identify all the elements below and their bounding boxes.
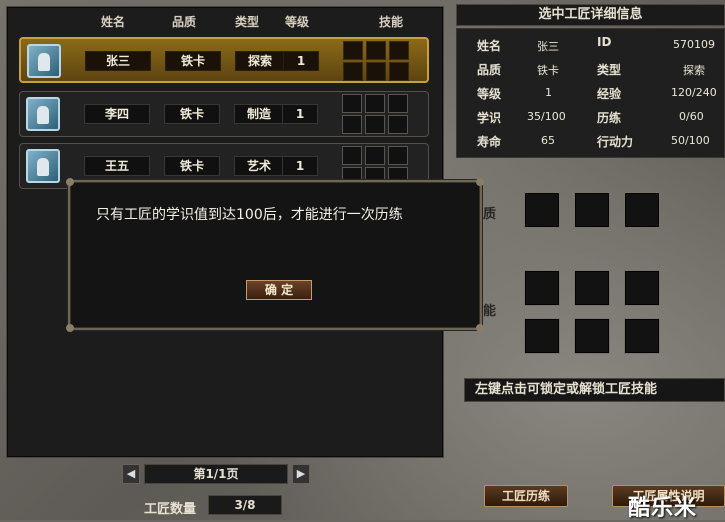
dialog-message: 只有工匠的学识值到达100后，才能进行一次历练: [96, 207, 403, 223]
skill-slot[interactable]: [388, 115, 408, 134]
skill-slots: [343, 41, 411, 81]
skill-slot[interactable]: [388, 146, 408, 165]
skill-slot[interactable]: [366, 62, 386, 81]
detail-title: 选中工匠详细信息: [456, 4, 725, 26]
craftsman-count-label: 工匠数量: [144, 502, 197, 517]
skill-slot[interactable]: [365, 146, 385, 165]
skill-slot[interactable]: [342, 115, 362, 134]
detail-exp-label: 经验: [597, 87, 622, 101]
skill-slot-large[interactable]: [624, 318, 660, 354]
skill-slot[interactable]: [365, 115, 385, 134]
watermark-logo: 酷乐米: [628, 496, 698, 521]
detail-type-label: 类型: [597, 63, 622, 77]
craftsman-level: 1: [282, 156, 318, 176]
skill-slot[interactable]: [343, 62, 363, 81]
detail-level-label: 等级: [477, 87, 502, 101]
detail-knowledge-value: 35/100: [527, 110, 566, 123]
craftsman-count-value: 3/8: [208, 495, 282, 515]
skill-slot-large[interactable]: [574, 318, 610, 354]
skill-slot[interactable]: [342, 94, 362, 113]
craftsman-type: 制造: [234, 104, 284, 124]
skill-slot[interactable]: [365, 94, 385, 113]
skill-slot-large[interactable]: [524, 318, 560, 354]
craftsman-type: 艺术: [234, 156, 284, 176]
detail-quality-label: 品质: [477, 63, 502, 77]
skill-slot[interactable]: [343, 41, 363, 60]
detail-train-label: 历练: [597, 111, 622, 125]
detail-level-value: 1: [545, 86, 552, 99]
detail-train-value: 0/60: [679, 110, 704, 123]
skill-slot-large[interactable]: [624, 270, 660, 306]
detail-name-label: 姓名: [477, 39, 502, 53]
skill-slots: [342, 94, 410, 134]
detail-action-label: 行动力: [597, 135, 634, 149]
alert-dialog: 只有工匠的学识值到达100后，才能进行一次历练 确 定: [66, 178, 484, 332]
skill-slot[interactable]: [388, 94, 408, 113]
header-quality: 品质: [172, 15, 197, 29]
detail-action-value: 50/100: [671, 134, 710, 147]
detail-panel: 姓名 张三 ID 570109 品质 铁卡 类型 探索 等级 1 经验 120/…: [456, 28, 725, 158]
craftsman-level: 1: [282, 104, 318, 124]
craftsman-quality: 铁卡: [164, 156, 220, 176]
header-level: 等级: [285, 15, 310, 29]
skill-slot[interactable]: [389, 41, 409, 60]
detail-knowledge-label: 学识: [477, 111, 502, 125]
prev-page-button[interactable]: ◀: [122, 464, 140, 484]
header-skills: 技能: [379, 15, 404, 29]
detail-id-label: ID: [597, 35, 612, 49]
craftsman-row-1[interactable]: 张三 铁卡 探索 1: [19, 37, 429, 83]
craftsman-level: 1: [283, 51, 319, 71]
corner-ornament: [66, 178, 74, 186]
craftsman-name: 王五: [84, 156, 150, 176]
page-indicator: 第1/1页: [144, 464, 288, 484]
confirm-button[interactable]: 确 定: [246, 280, 312, 300]
craftsman-train-button[interactable]: 工匠历练: [484, 485, 568, 507]
detail-id-value: 570109: [673, 38, 715, 51]
skill-slot[interactable]: [342, 146, 362, 165]
trait-slot[interactable]: [524, 192, 560, 228]
pager: ◀ 第1/1页 ▶: [122, 464, 312, 486]
skill-lock-hint: 左键点击可锁定或解锁工匠技能: [464, 378, 725, 402]
craftsman-portrait: [27, 44, 61, 78]
header-type: 类型: [235, 15, 260, 29]
craftsman-quality: 铁卡: [165, 51, 221, 71]
detail-quality-value: 铁卡: [537, 64, 559, 77]
craftsman-name: 张三: [85, 51, 151, 71]
trait-slot[interactable]: [574, 192, 610, 228]
trait-slot[interactable]: [624, 192, 660, 228]
detail-name-value: 张三: [537, 40, 559, 53]
corner-ornament: [476, 178, 484, 186]
craftsman-quality: 铁卡: [164, 104, 220, 124]
craftsman-name: 李四: [84, 104, 150, 124]
craftsman-portrait: [26, 149, 60, 183]
list-header: 姓名 品质 类型 等级 技能: [7, 9, 443, 31]
header-name: 姓名: [101, 15, 126, 29]
skill-slot-large[interactable]: [574, 270, 610, 306]
detail-life-value: 65: [541, 134, 555, 147]
skill-slot[interactable]: [366, 41, 386, 60]
corner-ornament: [476, 324, 484, 332]
skill-slot-large[interactable]: [524, 270, 560, 306]
detail-type-value: 探索: [683, 64, 705, 77]
craftsman-portrait: [26, 97, 60, 131]
detail-exp-value: 120/240: [671, 86, 717, 99]
next-page-button[interactable]: ▶: [292, 464, 310, 484]
craftsman-row-2[interactable]: 李四 铁卡 制造 1: [19, 91, 429, 137]
skill-slot[interactable]: [389, 62, 409, 81]
detail-life-label: 寿命: [477, 135, 502, 149]
craftsman-type: 探索: [235, 51, 285, 71]
corner-ornament: [66, 324, 74, 332]
